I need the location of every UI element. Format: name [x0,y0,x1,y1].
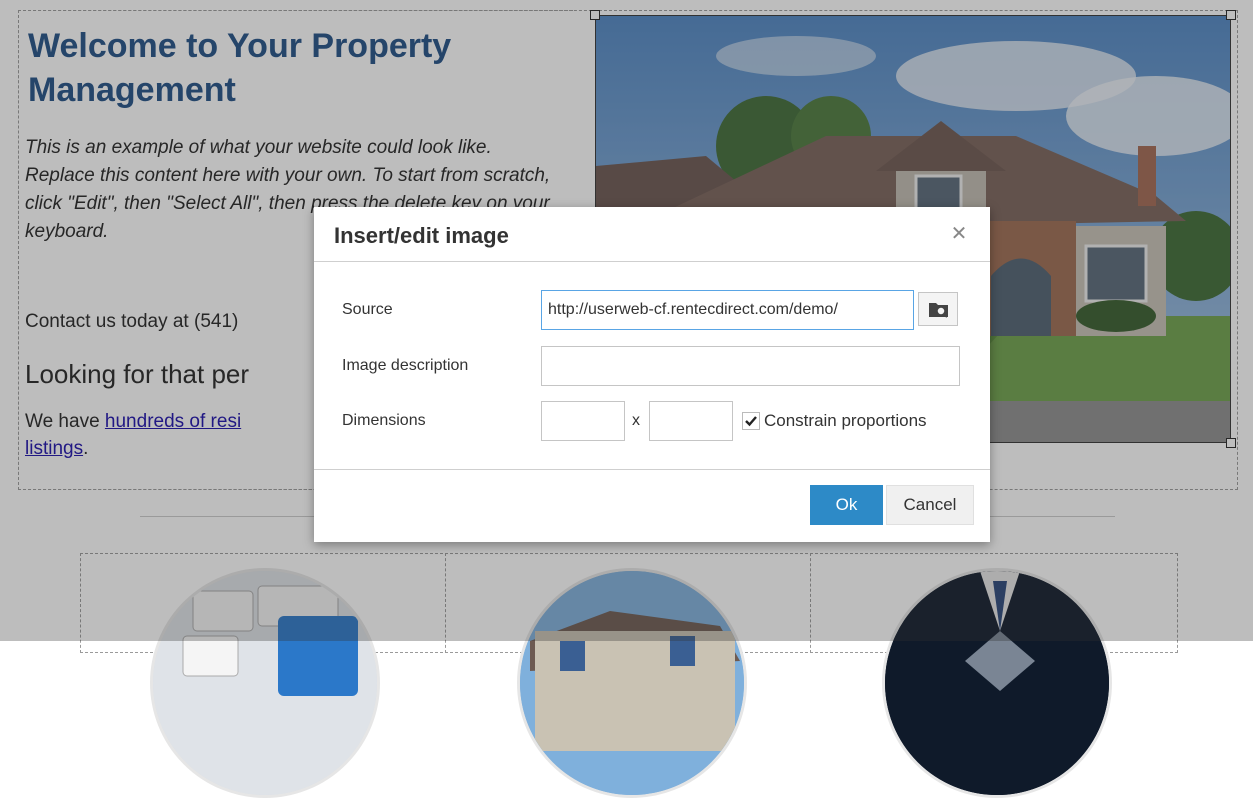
insert-image-dialog: Insert/edit image ✕ Source Image descrip… [314,207,990,542]
close-icon[interactable]: ✕ [950,223,968,245]
dialog-title: Insert/edit image [334,223,509,248]
source-label: Source [342,301,393,318]
constrain-label: Constrain proportions [764,411,927,430]
checkmark-icon [745,416,757,427]
description-input[interactable] [541,346,960,386]
height-input[interactable] [649,401,733,441]
source-input[interactable] [541,290,914,330]
dialog-header: Insert/edit image ✕ [314,207,990,262]
dimensions-label: Dimensions [342,412,426,429]
description-label: Image description [342,357,469,374]
dimension-separator: x [632,412,640,429]
cancel-button[interactable]: Cancel [886,485,974,525]
constrain-checkbox[interactable] [742,412,760,430]
browse-folder-icon [929,303,948,318]
width-input[interactable] [541,401,625,441]
ok-button[interactable]: Ok [810,485,883,525]
browse-button[interactable] [918,292,958,326]
